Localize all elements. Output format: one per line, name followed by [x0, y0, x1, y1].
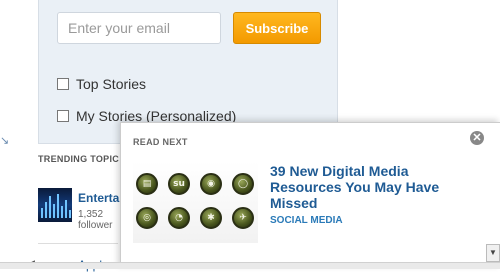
social-icon: ◔ — [168, 207, 190, 229]
chevron-down-icon: ▼ — [489, 248, 497, 257]
left-column-edge: ↘ ◀ — [0, 0, 38, 268]
subscribe-button[interactable]: Subscribe — [233, 12, 321, 44]
read-next-label: READ NEXT — [133, 137, 188, 147]
social-icon: ✈ — [232, 207, 254, 229]
divider — [38, 243, 118, 244]
checkbox[interactable] — [57, 110, 69, 122]
follower-count: 1,352 — [78, 209, 104, 220]
chat-icon: ◯ — [232, 173, 254, 195]
trending-heading: TRENDING TOPIC — [38, 154, 120, 164]
social-icon: ▤ — [136, 173, 158, 195]
email-field[interactable] — [57, 12, 221, 44]
follower-label: follower — [78, 220, 113, 231]
trend-thumbnail[interactable] — [38, 188, 72, 222]
social-icon: ◎ — [136, 207, 158, 229]
reddit-icon: ◉ — [200, 173, 222, 195]
close-icon[interactable]: ✕ — [470, 131, 484, 145]
article-thumbnail[interactable]: ▤ su ◉ ◯ ◎ ◔ ✱ ✈ — [133, 161, 258, 243]
arrow-icon: ↘ — [0, 135, 10, 147]
article-category-link[interactable]: SOCIAL MEDIA — [270, 215, 343, 226]
trend-title[interactable]: Entertai — [78, 191, 123, 205]
article-title-link[interactable]: 39 New Digital Media Resources You May H… — [270, 163, 480, 211]
trend-followers: 1,352 follower — [78, 209, 112, 231]
checkbox[interactable] — [57, 78, 69, 90]
social-icon: ✱ — [200, 207, 222, 229]
read-next-popup: READ NEXT ✕ ▤ su ◉ ◯ ◎ ◔ ✱ ✈ 39 New Digi… — [120, 122, 500, 268]
stumbleupon-icon: su — [168, 173, 190, 195]
scrollbar-down-button[interactable]: ▼ — [486, 244, 500, 262]
option-label: Top Stories — [76, 76, 147, 92]
option-top-stories[interactable]: Top Stories — [57, 76, 146, 92]
